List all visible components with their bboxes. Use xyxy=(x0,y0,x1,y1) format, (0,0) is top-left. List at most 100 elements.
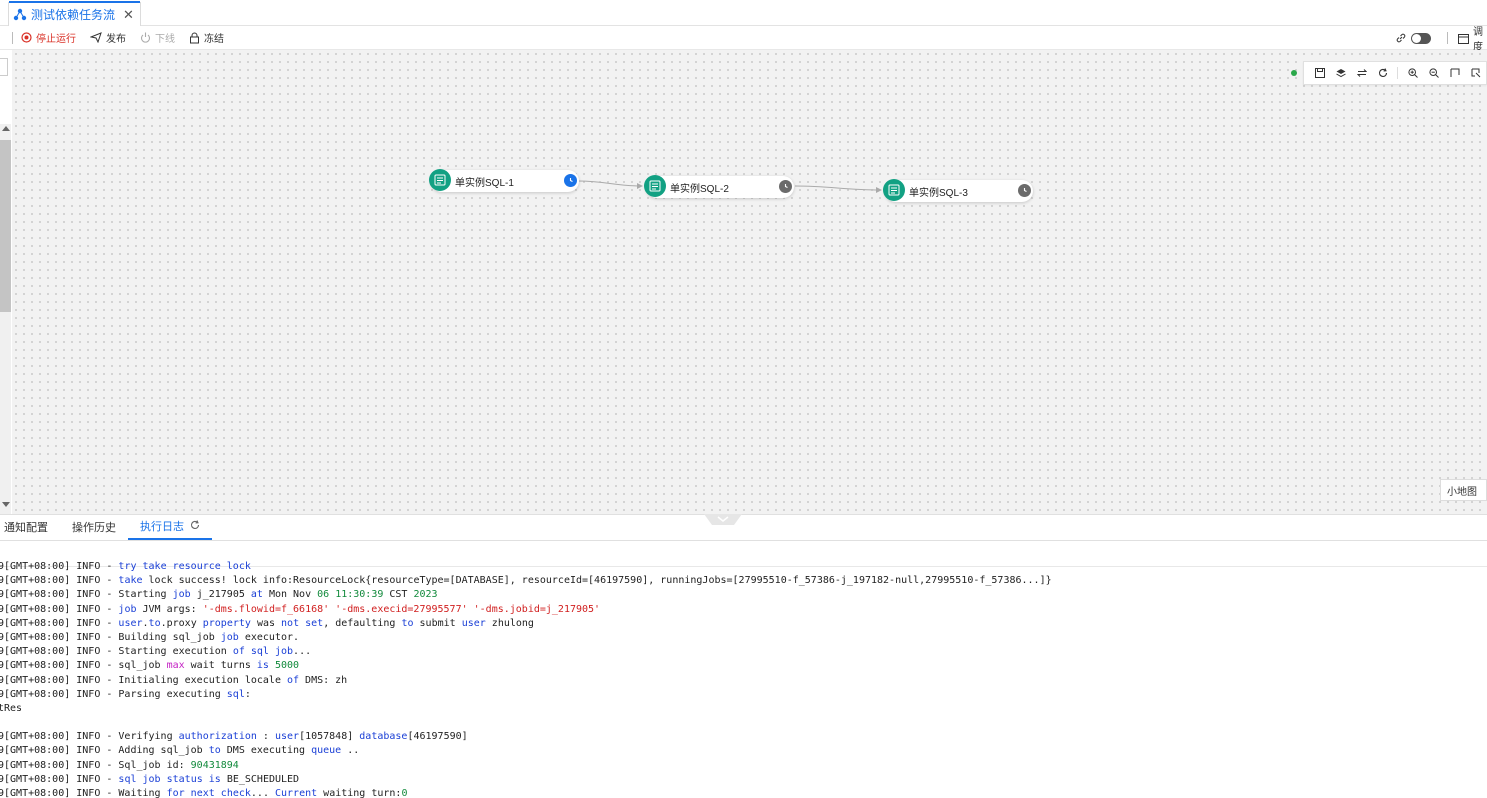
log-segment: 9[GMT+08:00] INFO - xyxy=(0,617,119,629)
log-segment: 06 xyxy=(317,589,330,601)
log-line: 9[GMT+08:00] INFO - Adding sql_job to DM… xyxy=(0,744,1487,758)
toolbar-divider xyxy=(12,31,13,44)
status-dot xyxy=(1291,70,1297,76)
sql-node-icon xyxy=(644,175,666,197)
left-input[interactable] xyxy=(0,58,8,76)
log-segment: sql xyxy=(226,688,245,700)
execution-log: 9[GMT+08:00] INFO - try take resource lo… xyxy=(0,560,1487,798)
layers-icon[interactable] xyxy=(1331,64,1350,82)
log-segment: DMS executing xyxy=(220,745,312,757)
log-segment: to xyxy=(401,617,414,629)
log-segment: wait turns xyxy=(184,660,257,672)
link-toggle[interactable] xyxy=(1411,32,1431,44)
refresh-icon[interactable] xyxy=(190,519,200,533)
log-segment: set xyxy=(305,617,324,629)
tab-flow[interactable]: 测试依赖任务流 ✕ xyxy=(8,1,141,26)
flow-node-1[interactable]: 单实例SQL-1 xyxy=(429,169,579,192)
tab-title: 测试依赖任务流 xyxy=(31,8,116,22)
swap-icon[interactable] xyxy=(1352,64,1371,82)
minimap-button[interactable]: 小地图 xyxy=(1440,479,1487,501)
log-segment: [1057848] xyxy=(299,731,360,743)
log-segment: ... xyxy=(250,788,275,798)
sql-node-icon xyxy=(429,169,451,191)
scroll-down-icon[interactable] xyxy=(2,502,10,507)
tab-notification[interactable]: 通知配置 xyxy=(0,514,60,540)
log-segment: j_217905 xyxy=(190,589,251,601)
zoom-out-icon[interactable] xyxy=(1424,64,1443,82)
log-line: 9[GMT+08:00] INFO - Starting job j_21790… xyxy=(0,588,1487,602)
flow-canvas[interactable] xyxy=(12,50,1487,514)
log-segment: 9[GMT+08:00] INFO - xyxy=(0,773,119,785)
log-segment: user xyxy=(461,617,486,629)
log-line: 9[GMT+08:00] INFO - try take resource lo… xyxy=(0,560,1487,574)
zoom-in-icon[interactable] xyxy=(1403,64,1422,82)
tab-label: 通知配置 xyxy=(4,522,48,534)
flow-node-2[interactable]: 单实例SQL-2 xyxy=(644,175,794,198)
save-icon[interactable] xyxy=(1310,64,1329,82)
flow-icon xyxy=(13,8,27,20)
lock-icon xyxy=(190,32,199,43)
tab-execution-log[interactable]: 执行日志 xyxy=(128,514,212,540)
minimap-label: 小地图 xyxy=(1447,486,1477,498)
log-segment: at xyxy=(250,589,263,601)
log-segment: to xyxy=(208,745,221,757)
link-icon[interactable] xyxy=(1395,32,1407,44)
log-segment: .. xyxy=(341,745,360,757)
log-segment: 9[GMT+08:00] INFO - Starting xyxy=(0,589,173,601)
tab-history[interactable]: 操作历史 xyxy=(60,514,128,540)
log-segment: 0 xyxy=(401,788,408,798)
log-segment: Mon Nov xyxy=(262,589,318,601)
send-icon xyxy=(90,32,102,43)
log-segment: CST xyxy=(383,589,414,601)
log-segment: queue xyxy=(311,745,342,757)
log-segment: next xyxy=(190,788,215,798)
log-segment: tRes xyxy=(0,702,23,714)
tab-bar: 测试依赖任务流 ✕ xyxy=(0,0,1487,26)
log-segment: 9[GMT+08:00] INFO - Waiting xyxy=(0,788,167,798)
sql-node-icon xyxy=(883,179,905,201)
log-segment: 9[GMT+08:00] INFO - xyxy=(0,603,119,615)
log-segment: .proxy xyxy=(160,617,203,629)
log-segment: waiting turn: xyxy=(317,788,402,798)
fit-icon[interactable] xyxy=(1445,64,1464,82)
stop-button[interactable]: 停止运行 xyxy=(21,30,76,45)
log-segment: 11:30:39 xyxy=(335,589,384,601)
log-segment: is xyxy=(208,773,221,785)
schedule-button[interactable]: 调度 xyxy=(1473,23,1487,53)
log-line: 9[GMT+08:00] INFO - Sql_job id: 90431894 xyxy=(0,759,1487,773)
log-segment: was xyxy=(250,617,282,629)
select-icon[interactable] xyxy=(1466,64,1485,82)
log-segment: check xyxy=(220,788,251,798)
log-segment: : xyxy=(244,688,251,700)
log-segment: submit xyxy=(413,617,462,629)
log-segment: 9[GMT+08:00] INFO - sql_job xyxy=(0,660,167,672)
log-segment: max xyxy=(166,660,185,672)
publish-button[interactable]: 发布 xyxy=(90,30,126,45)
log-segment: 9[GMT+08:00] INFO - Building sql_job xyxy=(0,631,221,643)
offline-button[interactable]: 下线 xyxy=(140,30,175,45)
log-segment: sql xyxy=(118,773,137,785)
refresh-icon[interactable] xyxy=(1373,64,1392,82)
collapse-handle[interactable] xyxy=(704,514,742,526)
log-segment: 2023 xyxy=(413,589,438,601)
log-segment: job xyxy=(274,646,294,658)
log-segment: property xyxy=(202,617,251,629)
stop-icon xyxy=(21,32,32,43)
close-icon[interactable]: ✕ xyxy=(123,7,134,23)
log-segment: '-dms.flowid=f_66168' '-dms.execid=27995… xyxy=(202,603,601,615)
scroll-up-icon[interactable] xyxy=(2,126,10,131)
log-segment: Current xyxy=(275,788,318,798)
log-segment: 9[GMT+08:00] INFO - Starting execution xyxy=(0,646,233,658)
log-segment: 5000 xyxy=(274,660,300,672)
log-segment: authorization xyxy=(178,731,257,743)
log-segment: job xyxy=(118,603,137,615)
log-segment: 90431894 xyxy=(190,759,239,771)
flow-node-3[interactable]: 单实例SQL-3 xyxy=(883,179,1033,202)
freeze-label: 冻结 xyxy=(204,34,224,45)
node-label: 单实例SQL-2 xyxy=(670,183,729,195)
log-segment: is xyxy=(256,660,269,672)
scrollbar-thumb[interactable] xyxy=(0,140,11,312)
log-segment: take xyxy=(118,575,143,587)
freeze-button[interactable]: 冻结 xyxy=(189,30,224,45)
